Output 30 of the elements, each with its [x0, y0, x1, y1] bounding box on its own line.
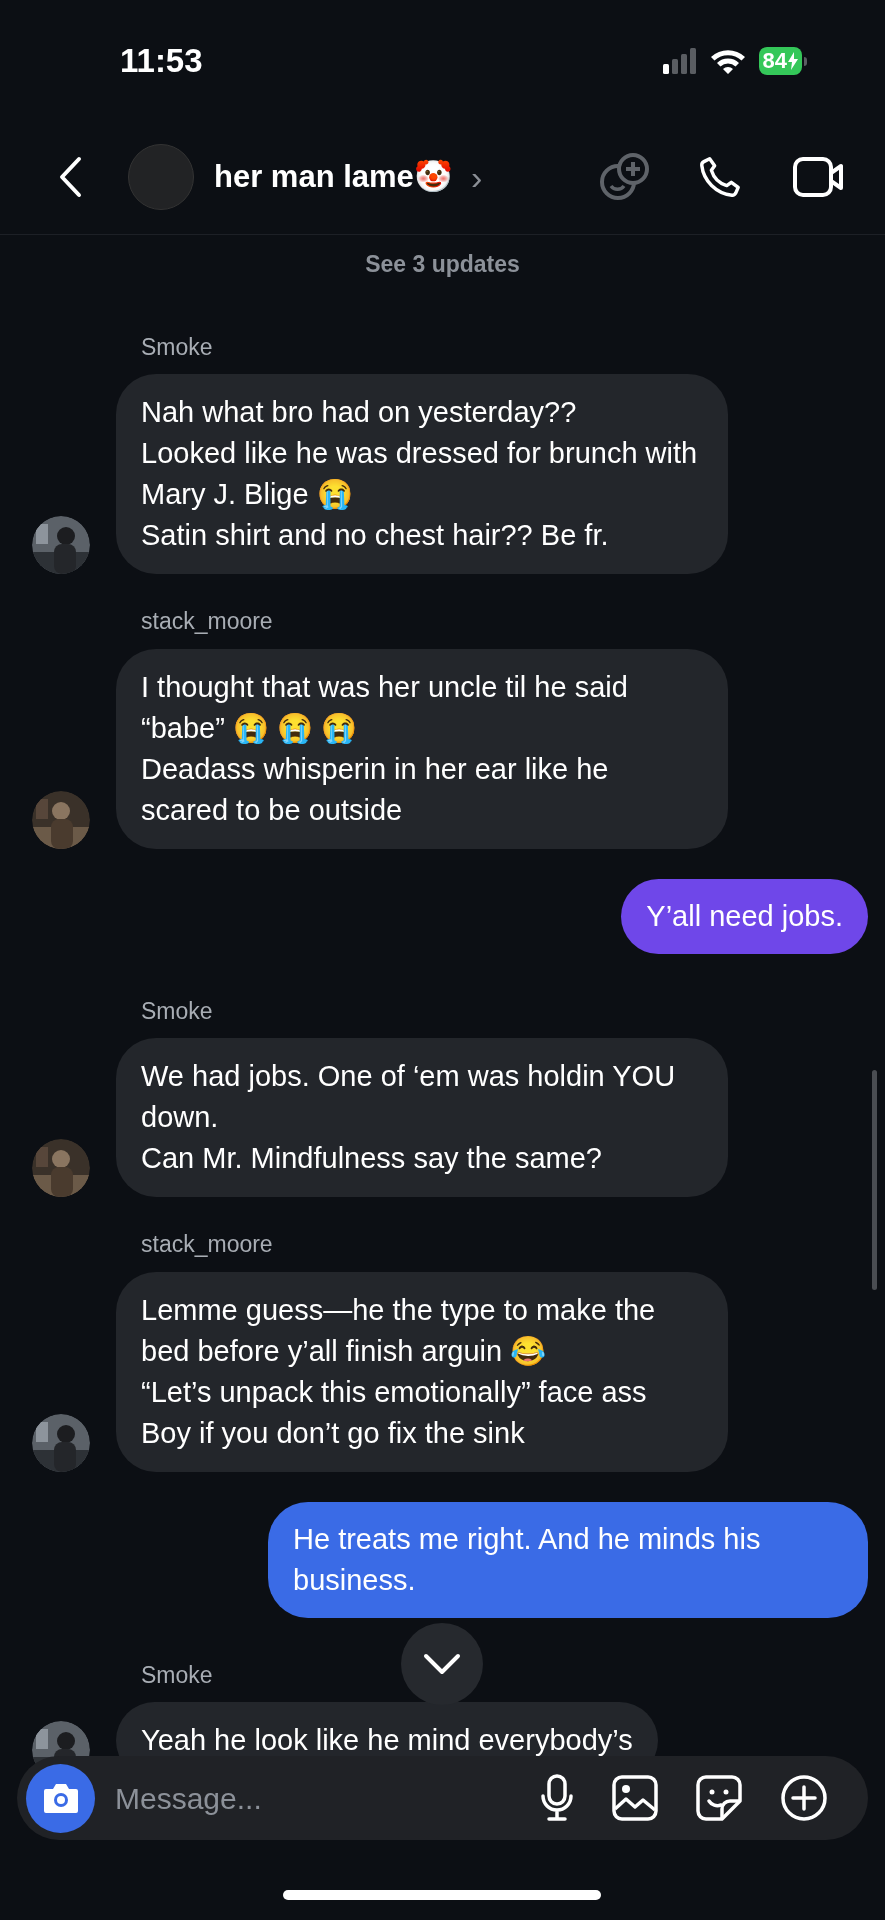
sent-message: Y’all need jobs. — [621, 878, 868, 954]
message-bar[interactable]: Message... — [17, 1756, 868, 1840]
sender-name: Smoke — [141, 996, 213, 1026]
updates-link[interactable]: See 3 updates — [365, 247, 520, 282]
sticker-icon[interactable] — [696, 1775, 742, 1821]
add-sticker-icon[interactable] — [599, 153, 651, 201]
signal-icon — [662, 48, 697, 74]
camera-button[interactable] — [26, 1763, 95, 1833]
sent-message: He treats me right. And he minds his business. — [268, 1501, 868, 1618]
microphone-icon[interactable] — [540, 1774, 574, 1822]
received-message: Nah what bro had on yesterday?? Looked like he was dressed for brunch with Mary J. Blige 😭 Satin shirt and no chest hair?? Be fr. — [116, 374, 728, 574]
phone-icon[interactable] — [697, 154, 743, 200]
video-call-icon[interactable] — [793, 157, 845, 197]
chevron-down-icon — [422, 1652, 462, 1676]
battery-level: 84 — [762, 50, 787, 72]
sender-name: Smoke — [141, 332, 213, 362]
received-message: I thought that was her uncle til he said “babe” 😭 😭 😭 Deadass whisperin in her ear like he scared to be outside — [116, 648, 728, 849]
sender-name: stack_moore — [141, 607, 273, 636]
add-icon[interactable] — [780, 1774, 828, 1822]
camera-icon — [41, 1781, 80, 1815]
back-button[interactable] — [58, 156, 82, 198]
chat-title[interactable]: her man lame🤡 — [214, 153, 453, 201]
title-chevron[interactable]: › — [470, 151, 483, 203]
image-icon[interactable] — [612, 1775, 658, 1821]
sender-name: stack_moore — [141, 1230, 273, 1259]
status-time: 11:53 — [120, 41, 203, 82]
bolt-icon — [788, 52, 798, 70]
received-message: We had jobs. One of ‘em was holdin YOU down. Can Mr. Mindfulness say the same? — [116, 1038, 728, 1197]
sender-name: Smoke — [141, 1660, 213, 1690]
received-message: Lemme guess—he the type to make the bed before y’all finish arguin 😂 “Let’s unpack this emotionally” face ass Boy if you don’t go fix the sink — [116, 1271, 728, 1472]
